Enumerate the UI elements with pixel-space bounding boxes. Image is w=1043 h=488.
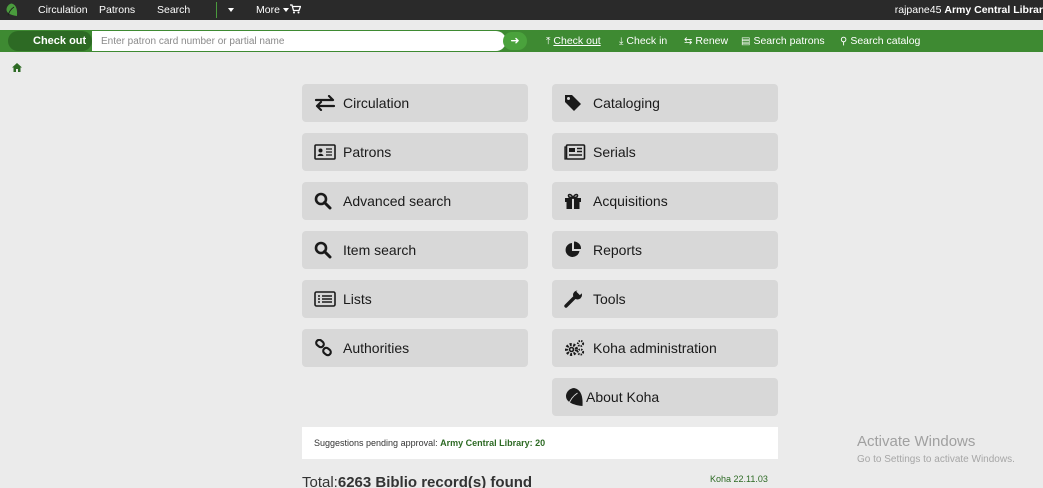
tool-search-patrons-label: Search patrons: [753, 35, 825, 47]
activate-windows-title: Activate Windows: [857, 433, 976, 450]
nav-search-dropdown[interactable]: [225, 4, 234, 16]
koha-administration-label: Koha administration: [593, 340, 717, 356]
list-alt-icon: [314, 291, 340, 307]
id-card-icon: [314, 144, 340, 160]
koha-administration-tile[interactable]: Koha administration: [552, 329, 778, 367]
tool-check-in-label: Check in: [626, 35, 668, 47]
about-koha-tile[interactable]: About Koha: [552, 378, 778, 416]
tools-label: Tools: [593, 291, 626, 307]
reports-tile[interactable]: Reports: [552, 231, 778, 269]
circulation-tile[interactable]: Circulation: [302, 84, 528, 122]
serials-tile[interactable]: Serials: [552, 133, 778, 171]
item-search-tile[interactable]: Item search: [302, 231, 528, 269]
library-name: Army Central Librar: [944, 4, 1043, 16]
chevron-down-icon: [282, 8, 289, 13]
about-koha-label: About Koha: [586, 389, 660, 405]
koha-leaf-icon: [564, 387, 586, 407]
cogs-icon: [564, 339, 590, 357]
download-icon: ⤓: [619, 36, 624, 47]
nav-separator: [216, 2, 217, 18]
tool-check-out-label: Check out: [553, 35, 601, 47]
patrons-tile[interactable]: Patrons: [302, 133, 528, 171]
authorities-label: Authorities: [343, 340, 410, 356]
id-card-icon: ▤: [741, 36, 751, 47]
gift-icon: [564, 192, 590, 210]
arrow-right-icon: ➜: [510, 35, 520, 47]
wrench-icon: [564, 289, 590, 309]
search-icon: ⚲: [840, 36, 848, 47]
top-navbar: Circulation Patrons Search More rajpane4…: [0, 0, 1043, 20]
checkout-toolbar: Check out ➜ ⤒Check out ⤓Check in ⇆Renew …: [0, 30, 1043, 52]
tag-icon: [564, 94, 590, 112]
lists-label: Lists: [343, 291, 372, 307]
pie-chart-icon: [564, 241, 590, 259]
tool-renew[interactable]: ⇆ Renew: [684, 35, 728, 47]
suggestions-pending-box: Suggestions pending approval: Army Centr…: [302, 427, 778, 459]
patrons-label: Patrons: [343, 144, 392, 160]
retweet-icon: ⇆: [684, 36, 693, 47]
total-records: Total:6263 Biblio record(s) found: [302, 474, 532, 488]
shopping-cart-icon[interactable]: [290, 4, 302, 17]
exchange-icon: [314, 95, 340, 111]
nav-patrons[interactable]: Patrons: [99, 4, 135, 16]
total-value: 6263 Biblio record(s) found: [337, 474, 533, 488]
search-icon: [314, 241, 340, 259]
cataloging-tile[interactable]: Cataloging: [552, 84, 778, 122]
koha-version: Koha 22.11.03: [710, 474, 768, 484]
tools-tile[interactable]: Tools: [552, 280, 778, 318]
logged-in-user[interactable]: rajpane45 Army Central Librar: [895, 4, 1043, 16]
advanced-search-label: Advanced search: [343, 193, 452, 209]
patron-search-input[interactable]: [92, 31, 506, 51]
tool-search-patrons[interactable]: ▤ Search patrons: [741, 35, 825, 47]
total-prefix: Total:: [302, 474, 338, 488]
tool-renew-label: Renew: [695, 35, 729, 47]
serials-label: Serials: [593, 144, 636, 160]
search-icon: [314, 192, 340, 210]
advanced-search-tile[interactable]: Advanced search: [302, 182, 528, 220]
checkout-tab-label[interactable]: Check out: [8, 31, 92, 51]
koha-logo-icon[interactable]: [5, 3, 18, 17]
tool-check-out[interactable]: ⤒ Check out: [546, 35, 601, 47]
tool-search-catalog[interactable]: ⚲ Search catalog: [840, 35, 920, 47]
chevron-down-icon: [228, 8, 234, 13]
submit-button[interactable]: ➜: [503, 32, 527, 50]
nav-more-label: More: [256, 4, 280, 16]
tool-search-catalog-label: Search catalog: [850, 35, 921, 47]
acquisitions-tile[interactable]: Acquisitions: [552, 182, 778, 220]
acquisitions-label: Acquisitions: [593, 193, 668, 209]
home-icon[interactable]: [12, 63, 22, 75]
activate-windows-subtitle: Go to Settings to activate Windows.: [857, 454, 1015, 465]
nav-circulation[interactable]: Circulation: [38, 4, 88, 16]
item-search-label: Item search: [343, 242, 417, 258]
nav-search[interactable]: Search: [157, 4, 190, 16]
newspaper-icon: [564, 144, 590, 160]
suggestions-link[interactable]: Army Central Library: 20: [440, 438, 545, 448]
nav-more[interactable]: More: [256, 4, 289, 16]
tool-check-in[interactable]: ⤓ Check in: [619, 35, 667, 47]
reports-label: Reports: [593, 242, 643, 258]
lists-tile[interactable]: Lists: [302, 280, 528, 318]
authorities-tile[interactable]: Authorities: [302, 329, 528, 367]
username: rajpane45: [894, 4, 942, 16]
suggestions-label: Suggestions pending approval:: [314, 438, 438, 448]
cataloging-label: Cataloging: [593, 95, 660, 111]
upload-icon: ⤒: [546, 36, 551, 47]
circulation-label: Circulation: [343, 95, 410, 111]
link-icon: [314, 339, 340, 357]
